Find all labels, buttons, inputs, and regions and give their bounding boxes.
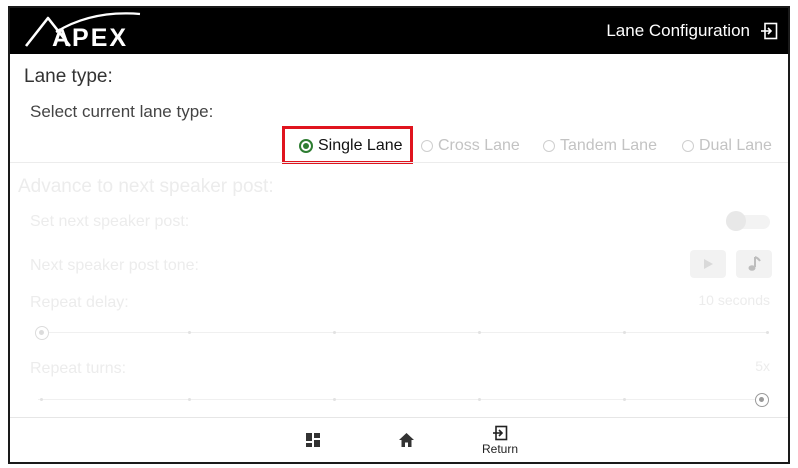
- radio-cross-lane[interactable]: Cross Lane: [421, 134, 520, 158]
- slider-tick: [623, 398, 626, 401]
- radio-single-lane[interactable]: Single Lane: [299, 134, 403, 158]
- slider-tick: [478, 331, 481, 334]
- toggle-knob: [726, 211, 746, 231]
- return-icon: [493, 425, 508, 440]
- return-button[interactable]: Return: [478, 418, 522, 462]
- radio-label: Single Lane: [318, 137, 403, 154]
- lane-type-heading: Lane type:: [24, 66, 113, 87]
- slider-tick: [188, 398, 191, 401]
- radio-label: Tandem Lane: [560, 137, 657, 154]
- lane-type-prompt: Select current lane type:: [30, 102, 214, 121]
- repeat-turns-label: Repeat turns:: [30, 360, 127, 377]
- lane-type-radio-group: Single Lane Cross Lane Tandem Lane Dual …: [10, 134, 788, 158]
- home-icon: [398, 433, 414, 447]
- svg-text:APEX: APEX: [52, 24, 128, 52]
- radio-dual-lane[interactable]: Dual Lane: [682, 134, 772, 158]
- slider-tick: [623, 331, 626, 334]
- set-next-speaker-label: Set next speaker post:: [30, 213, 190, 230]
- screen-title: Lane Configuration: [606, 21, 750, 40]
- radio-unselected-icon: [682, 140, 694, 152]
- radio-label: Cross Lane: [438, 137, 520, 154]
- slider-tick: [40, 398, 43, 401]
- radio-label: Dual Lane: [699, 137, 772, 154]
- radio-unselected-icon: [543, 140, 555, 152]
- return-label: Return: [481, 441, 519, 456]
- apex-logo: APEX: [24, 12, 141, 52]
- slider-tick: [478, 398, 481, 401]
- repeat-delay-value: 10 seconds: [698, 292, 770, 308]
- header-bar: APEX Lane Configuration: [10, 8, 788, 54]
- slider-tick: [188, 331, 191, 334]
- music-note-icon: [748, 256, 761, 271]
- radio-selected-icon: [299, 139, 313, 153]
- dashboard-icon: [306, 433, 320, 447]
- bottom-nav: Return: [10, 417, 788, 462]
- slider-tick: [333, 398, 336, 401]
- slider-thumb[interactable]: [35, 326, 49, 340]
- repeat-turns-value: 5x: [755, 358, 770, 374]
- play-tone-button[interactable]: [690, 250, 726, 278]
- choose-tone-button[interactable]: [736, 250, 772, 278]
- home-button[interactable]: [395, 418, 417, 462]
- slider-tick: [766, 331, 769, 334]
- repeat-delay-slider[interactable]: [35, 326, 769, 340]
- repeat-delay-label: Repeat delay:: [30, 294, 129, 311]
- app-window: APEX Lane Configuration Lane type: Selec…: [8, 6, 790, 464]
- dashboard-button[interactable]: [302, 418, 324, 462]
- exit-icon[interactable]: [760, 22, 778, 40]
- advance-heading: Advance to next speaker post:: [18, 176, 274, 197]
- next-tone-label: Next speaker post tone:: [30, 257, 199, 274]
- repeat-turns-slider[interactable]: [38, 393, 769, 407]
- slider-tick: [333, 331, 336, 334]
- play-icon: [704, 259, 713, 269]
- radio-tandem-lane[interactable]: Tandem Lane: [543, 134, 657, 158]
- radio-unselected-icon: [421, 140, 433, 152]
- set-next-speaker-toggle[interactable]: [726, 211, 770, 231]
- slider-thumb[interactable]: [755, 393, 769, 407]
- section-divider: [10, 162, 788, 163]
